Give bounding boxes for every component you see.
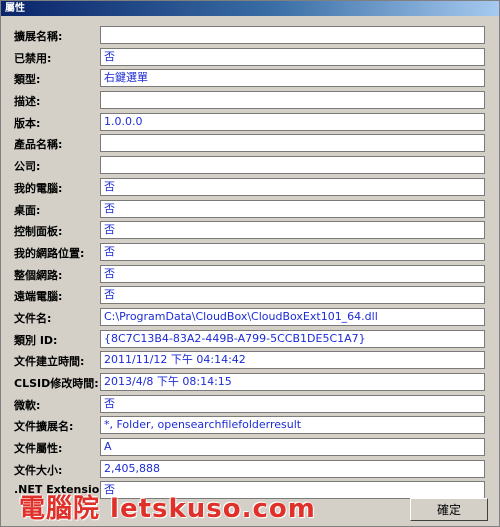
window-title: 屬性 [5, 3, 25, 14]
title-bar: 屬性 [1, 1, 499, 16]
property-list: 擴展名稱: 已禁用: 否類型: 右鍵選單 描述: 版本: 1.0.0.0 產品名稱: 公司: 我的… [1, 25, 500, 502]
property-row: 產品名稱: [1, 133, 500, 155]
property-value-field[interactable]: 否 [100, 242, 485, 261]
property-value-field[interactable]: 否 [100, 394, 485, 413]
property-value-field[interactable]: 2013/4/8 下午 08:14:15 [100, 373, 485, 391]
property-label: 類別 ID: [14, 333, 58, 347]
property-label: 描述: [14, 95, 41, 109]
property-value-field[interactable] [100, 26, 485, 44]
property-value-field[interactable]: {8C7C13B4-83A2-449B-A799-5CCB1DE5C1A7} [100, 329, 485, 348]
property-row: 我的電腦: 否 [1, 177, 500, 199]
property-value-field[interactable]: 否 [100, 286, 485, 305]
property-label: 文件大小: [14, 463, 63, 477]
property-row: 版本: 1.0.0.0 [1, 112, 500, 134]
property-label: 文件名: [14, 311, 52, 325]
property-row: 公司: [1, 155, 500, 177]
property-label: 公司: [14, 160, 41, 174]
property-value-field[interactable] [100, 156, 485, 175]
property-value-field[interactable]: 否 [100, 47, 485, 66]
property-label: 文件屬性: [14, 442, 63, 456]
property-label: 類型: [14, 73, 41, 87]
property-row: 我的網路位置: 否 [1, 242, 500, 264]
property-row: 控制面板: 否 [1, 220, 500, 242]
property-row: 描述: [1, 90, 500, 112]
property-row: 文件屬性: A [1, 437, 500, 459]
property-row: 類別 ID: {8C7C13B4-83A2-449B-A799-5CCB1DE5C… [1, 329, 500, 351]
property-label: 整個網路: [14, 268, 63, 282]
property-value-field[interactable]: 否 [100, 177, 485, 196]
property-row: 文件擴展名: *, Folder, opensearchfilefolderres… [1, 415, 500, 437]
property-value-field[interactable]: 1.0.0.0 [100, 112, 485, 131]
property-label: 產品名稱: [14, 138, 63, 152]
property-value-field[interactable]: 否 [100, 199, 485, 218]
property-row: 已禁用: 否 [1, 47, 500, 69]
property-label: 微軟: [14, 398, 41, 412]
property-label: 文件建立時間: [14, 355, 85, 369]
property-value-field[interactable]: 否 [100, 264, 485, 283]
property-row: 整個網路: 否 [1, 264, 500, 286]
watermark-logo: 電腦院 letskuso.com [19, 494, 316, 524]
property-row: 微軟: 否 [1, 394, 500, 416]
property-value-field[interactable]: C:\ProgramData\CloudBox\CloudBoxExt101_6… [100, 307, 485, 326]
property-value-field[interactable] [100, 134, 485, 153]
property-row: 文件名: C:\ProgramData\CloudBox\CloudBoxExt1… [1, 307, 500, 329]
property-label: CLSID修改時間: [14, 377, 99, 390]
property-label: 控制面板: [14, 225, 63, 239]
property-row: 桌面: 否 [1, 199, 500, 221]
property-row: 類型: 右鍵選單 [1, 68, 500, 90]
property-value-field[interactable] [100, 91, 485, 110]
property-label: 遠端電腦: [14, 290, 63, 304]
property-value-field[interactable]: 右鍵選單 [100, 69, 485, 88]
property-value-field[interactable]: A [100, 438, 485, 457]
property-label: 已禁用: [14, 51, 52, 65]
property-value-field[interactable]: 2,405,888 [100, 459, 485, 478]
property-label: 版本: [14, 116, 41, 130]
property-value-field[interactable]: 否 [100, 221, 485, 240]
property-label: 擴展名稱: [14, 30, 63, 43]
properties-dialog: 屬性 擴展名稱: 已禁用: 否類型: 右鍵選單 描述: 版本: 1.0.0.0 產品名稱: 公司… [0, 0, 500, 527]
property-label: 桌面: [14, 203, 41, 217]
property-label: 我的電腦: [14, 181, 63, 195]
property-label: 文件擴展名: [14, 420, 74, 434]
property-value-field[interactable]: *, Folder, opensearchfilefolderresult [100, 416, 485, 435]
property-value-field[interactable]: 2011/11/12 下午 04:14:42 [100, 351, 485, 370]
property-row: 擴展名稱: [1, 25, 500, 47]
ok-button[interactable]: 確定 [410, 498, 488, 521]
property-row: 遠端電腦: 否 [1, 285, 500, 307]
property-row: 文件建立時間: 2011/11/12 下午 04:14:42 [1, 350, 500, 372]
property-row: 文件大小: 2,405,888 [1, 459, 500, 481]
property-row: CLSID修改時間: 2013/4/8 下午 08:14:15 [1, 372, 500, 394]
property-label: 我的網路位置: [14, 246, 85, 260]
